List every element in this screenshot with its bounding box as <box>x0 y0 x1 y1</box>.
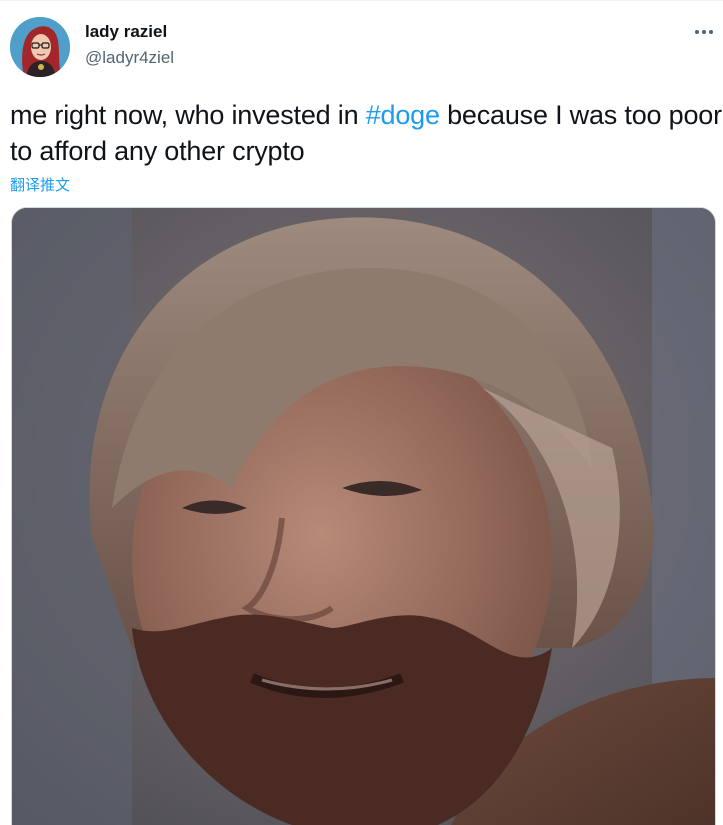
more-horizontal-icon <box>695 30 713 34</box>
tweet-text: me right now, who invested in #doge beca… <box>10 97 722 169</box>
hashtag-link[interactable]: #doge <box>366 100 440 130</box>
tweet-card: lady raziel @ladyr4ziel me right now, wh… <box>0 0 723 825</box>
profile-avatar-icon <box>10 17 70 77</box>
author-display-name[interactable]: lady raziel <box>85 22 167 42</box>
photo-bearded-man <box>12 208 715 825</box>
translate-tweet-link[interactable]: 翻译推文 <box>10 174 70 195</box>
tweet-media-photo[interactable] <box>11 207 716 825</box>
author-avatar[interactable] <box>10 17 70 77</box>
tweet-text-part-1: me right now, who invested in <box>10 100 366 130</box>
author-handle[interactable]: @ladyr4ziel <box>85 48 174 68</box>
more-options-button[interactable] <box>690 18 718 46</box>
top-divider <box>0 0 723 1</box>
